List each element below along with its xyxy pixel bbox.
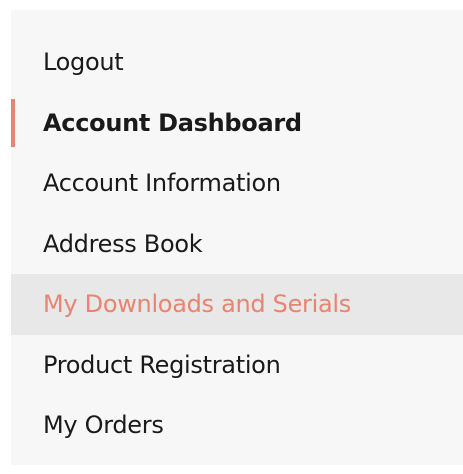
account-navigation: Logout Account Dashboard Account Informa… [11, 10, 463, 465]
nav-item-my-downloads-and-serials[interactable]: My Downloads and Serials [11, 274, 463, 335]
nav-item-address-book[interactable]: Address Book [11, 214, 463, 275]
nav-item-account-dashboard[interactable]: Account Dashboard [11, 93, 463, 154]
nav-item-product-registration[interactable]: Product Registration [11, 335, 463, 396]
nav-item-account-information[interactable]: Account Information [11, 153, 463, 214]
nav-item-my-orders[interactable]: My Orders [11, 395, 463, 456]
nav-item-logout[interactable]: Logout [11, 32, 463, 93]
